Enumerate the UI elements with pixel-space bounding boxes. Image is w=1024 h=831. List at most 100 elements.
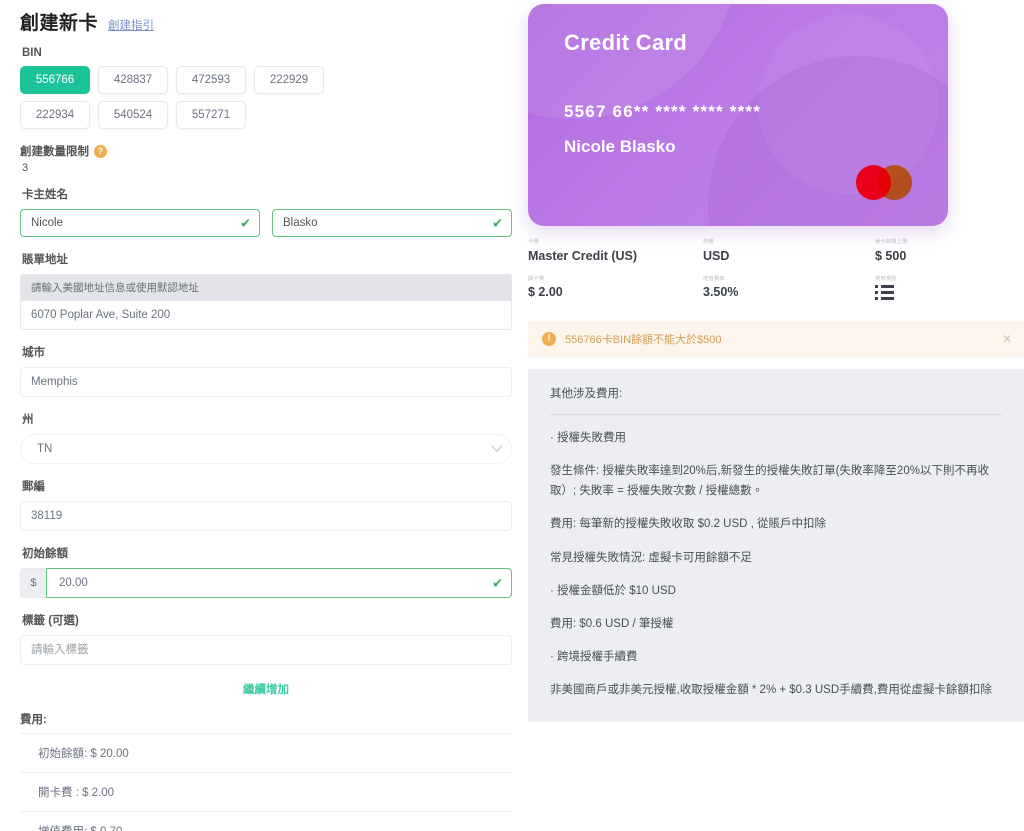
cardholder-name-row: ✔ ✔ <box>20 209 512 237</box>
card-number: 5567 66** **** **** **** <box>564 102 761 122</box>
add-more-button[interactable]: 繼續增加 <box>20 681 512 697</box>
bin-option-428837[interactable]: 428837 <box>98 66 168 94</box>
balance-warning-banner: ! 556766卡BIN餘額不能大於$500 ✕ <box>528 321 1024 357</box>
bin-option-222934[interactable]: 222934 <box>20 101 90 129</box>
state-select-wrap: TN <box>20 434 512 464</box>
bin-option-557271[interactable]: 557271 <box>176 101 246 129</box>
card-stats-grid: 卡種 Master Credit (US) 幣種 USD 單卡餘額上限 $ 50… <box>528 240 1024 305</box>
page-title: 創建新卡 <box>20 8 98 35</box>
fee-row-initial-balance: 初始餘額: $ 20.00 <box>20 734 512 773</box>
fee-amount-low-amount: 費用: $0.6 USD / 筆授權 <box>550 614 1002 634</box>
city-label: 城市 <box>22 344 512 360</box>
fee-amount-auth-failure: 費用: 每筆新的授權失敗收取 $0.2 USD , 從賬戶中扣除 <box>550 514 1002 534</box>
stat-value: USD <box>703 249 875 263</box>
credit-card-preview: Credit Card 5567 66** **** **** **** Nic… <box>528 4 948 226</box>
bin-row: 556766 428837 472593 222929 <box>20 66 512 94</box>
list-icon-row <box>875 297 895 300</box>
billing-address-hint: 請輸入美國地址信息或使用默認地址 <box>20 274 512 300</box>
stat-balance-limit: 單卡餘額上限 $ 500 <box>875 240 1024 263</box>
bin-label: BIN <box>22 47 512 59</box>
question-mark-icon[interactable]: ? <box>94 145 107 158</box>
list-line <box>881 297 894 300</box>
mastercard-yellow-circle <box>877 165 912 200</box>
initial-balance-group: $ ✔ <box>20 568 512 598</box>
additional-fees-title: 其他涉及費用: <box>550 385 1002 415</box>
fee-amount-cross-border: 非美國商戶或非美元授權,收取授權金額 * 2% + $0.3 USD手續費,費用… <box>550 680 1002 700</box>
card-preview-panel: Credit Card 5567 66** **** **** **** Nic… <box>528 4 1024 722</box>
list-line <box>881 291 894 294</box>
tag-field: 標籤 (可選) <box>20 612 512 665</box>
stat-caption: 增值費率 <box>703 277 866 282</box>
fee-common-auth-failure: 常見授權失敗情況: 虛擬卡可用餘額不足 <box>550 548 1002 568</box>
stat-value: Master Credit (US) <box>528 249 703 263</box>
fee-section-auth-failure: · 授權失敗費用 <box>550 428 1002 448</box>
stat-value: $ 2.00 <box>528 285 703 299</box>
bin-option-472593[interactable]: 472593 <box>176 66 246 94</box>
stat-caption: 幣種 <box>703 240 866 245</box>
fee-condition-auth-failure: 發生條件: 授權失敗率達到20%后,新發生的授權失敗訂單(失敗率降至20%以下則… <box>550 461 1002 501</box>
list-bullet <box>875 297 878 300</box>
zip-input[interactable] <box>20 501 512 531</box>
billing-address-label: 賬單地址 <box>22 251 512 267</box>
fee-section-cross-border: · 跨境授權手續費 <box>550 647 1002 667</box>
zip-label: 郵編 <box>22 478 512 494</box>
stat-caption: 使用規則 <box>875 277 1017 282</box>
page-header: 創建新卡 創建指引 <box>20 8 512 35</box>
bin-option-556766[interactable]: 556766 <box>20 66 90 94</box>
creation-limit-text: 創建數量限制 <box>20 143 89 159</box>
city-field: 城市 <box>20 344 512 397</box>
billing-address-input[interactable] <box>20 300 512 330</box>
list-icon-row <box>875 291 895 294</box>
cardholder-label: 卡主姓名 <box>22 186 512 202</box>
fee-section-low-amount: · 授權金額低於 $10 USD <box>550 581 1002 601</box>
fee-row-topup-fee: 增值費用: $ 0.70 <box>20 812 512 831</box>
state-field: 州 TN <box>20 411 512 464</box>
create-card-page: 創建新卡 創建指引 BIN 556766 428837 472593 22292… <box>0 0 1024 831</box>
list-line <box>881 285 894 288</box>
bin-option-540524[interactable]: 540524 <box>98 101 168 129</box>
list-icon-row <box>875 285 895 288</box>
stat-caption: 單卡餘額上限 <box>875 240 1017 245</box>
last-name-input[interactable] <box>272 209 512 237</box>
first-name-wrap: ✔ <box>20 209 260 237</box>
state-select[interactable]: TN <box>20 434 512 464</box>
create-card-form: 創建新卡 創建指引 BIN 556766 428837 472593 22292… <box>20 8 512 831</box>
stat-open-fee: 開卡費 $ 2.00 <box>528 277 703 306</box>
tag-label: 標籤 (可選) <box>22 612 512 628</box>
initial-balance-field: 初始餘額 $ ✔ <box>20 545 512 598</box>
additional-fees-panel: 其他涉及費用: · 授權失敗費用 發生條件: 授權失敗率達到20%后,新發生的授… <box>528 369 1024 722</box>
city-input[interactable] <box>20 367 512 397</box>
fee-row-card-open-fee: 開卡費 : $ 2.00 <box>20 773 512 812</box>
stat-value: $ 500 <box>875 249 1024 263</box>
billing-address-block: 請輸入美國地址信息或使用默認地址 <box>20 274 512 330</box>
fees-list: 初始餘額: $ 20.00 開卡費 : $ 2.00 增值費用: $ 0.70 … <box>20 733 512 831</box>
initial-balance-input[interactable] <box>46 568 512 598</box>
fees-title: 費用: <box>20 711 512 727</box>
list-icon[interactable] <box>875 285 895 303</box>
card-title: Credit Card <box>564 30 687 56</box>
stat-caption: 開卡費 <box>528 277 694 282</box>
bin-option-222929[interactable]: 222929 <box>254 66 324 94</box>
stat-value: 3.50% <box>703 285 875 299</box>
creation-limit-value: 3 <box>22 162 512 174</box>
tag-input[interactable] <box>20 635 512 665</box>
stat-card-type: 卡種 Master Credit (US) <box>528 240 703 263</box>
stat-caption: 卡種 <box>528 240 694 245</box>
warning-icon: ! <box>542 332 556 346</box>
state-label: 州 <box>22 411 512 427</box>
stat-currency: 幣種 USD <box>703 240 875 263</box>
guide-link[interactable]: 創建指引 <box>108 17 154 33</box>
close-icon[interactable]: ✕ <box>1002 333 1012 345</box>
stat-usage-rules: 使用規則 <box>875 277 1024 306</box>
last-name-wrap: ✔ <box>272 209 512 237</box>
stat-topup-rate: 增值費率 3.50% <box>703 277 875 306</box>
first-name-input[interactable] <box>20 209 260 237</box>
warning-text: 556766卡BIN餘額不能大於$500 <box>565 331 722 347</box>
card-holder-name: Nicole Blasko <box>564 137 676 157</box>
bin-selector: 556766 428837 472593 222929 222934 54052… <box>20 66 512 129</box>
zip-field: 郵編 <box>20 478 512 531</box>
bin-row: 222934 540524 557271 <box>20 101 512 129</box>
mastercard-icon <box>856 165 912 200</box>
list-bullet <box>875 285 878 288</box>
initial-balance-label: 初始餘額 <box>22 545 512 561</box>
